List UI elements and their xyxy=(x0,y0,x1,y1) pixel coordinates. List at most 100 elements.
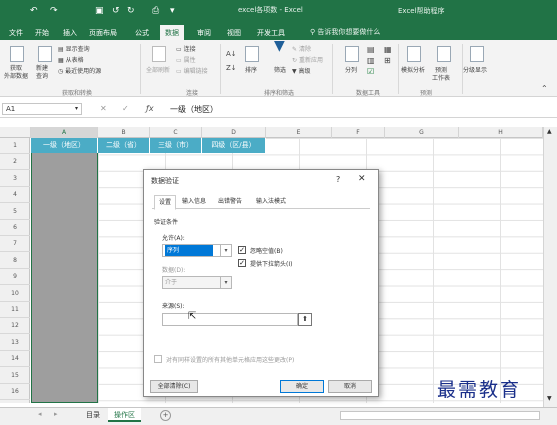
select-all-corner[interactable] xyxy=(0,127,31,138)
flash-fill-icon[interactable]: ▤ xyxy=(367,46,375,54)
sheet-tab-contents[interactable]: 目录 xyxy=(80,408,106,422)
collapse-range-icon[interactable]: ⬆ xyxy=(298,313,312,326)
text-to-columns-icon[interactable] xyxy=(345,46,359,62)
sort-icon[interactable] xyxy=(245,46,259,62)
refresh-all-label[interactable]: 全部刷新 xyxy=(146,67,170,75)
row-header[interactable]: 11 xyxy=(0,302,30,318)
row-header[interactable]: 12 xyxy=(0,318,30,335)
collapse-ribbon-icon[interactable]: ⌃ xyxy=(541,85,548,93)
row-header[interactable]: 5 xyxy=(0,204,30,220)
tab-formulas[interactable]: 公式 xyxy=(130,25,154,40)
tab-input-message[interactable]: 输入信息 xyxy=(178,195,210,209)
row-header[interactable]: 7 xyxy=(0,236,30,253)
quick-undo-icon[interactable]: ↺ xyxy=(112,5,120,17)
formula-content[interactable]: 一级（地区） xyxy=(170,104,218,115)
scroll-down-icon[interactable]: ▼ xyxy=(547,395,552,402)
row-header[interactable]: 2 xyxy=(0,154,30,171)
forecast-sheet-label[interactable]: 预测 工作表 xyxy=(432,67,450,83)
chevron-down-icon[interactable]: ▾ xyxy=(75,105,78,112)
sort-label[interactable]: 排序 xyxy=(245,67,257,75)
advanced-filter[interactable]: ▼ 高级 xyxy=(292,68,311,76)
column-header-d[interactable]: D xyxy=(202,127,266,138)
source-input[interactable] xyxy=(162,313,298,326)
new-query-icon[interactable] xyxy=(38,46,52,62)
redo-icon[interactable]: ↷ xyxy=(50,5,58,17)
next-sheet-icon[interactable]: ▸ xyxy=(54,410,58,418)
tab-file[interactable]: 文件 xyxy=(4,25,28,40)
enter-icon[interactable]: ✓ xyxy=(122,104,129,113)
consolidate-icon[interactable]: ▦ xyxy=(384,46,392,54)
column-header-a[interactable]: A xyxy=(31,127,98,138)
ok-button[interactable]: 确定 xyxy=(280,380,324,393)
selected-column-a[interactable] xyxy=(31,138,98,403)
tab-ime-mode[interactable]: 输入法模式 xyxy=(252,195,290,209)
customize-icon[interactable]: ▾ xyxy=(170,5,175,17)
show-queries[interactable]: ▤ 显示查询 xyxy=(58,46,90,54)
what-if-icon[interactable] xyxy=(407,46,421,62)
horizontal-scrollbar[interactable] xyxy=(340,411,540,420)
tab-home[interactable]: 开始 xyxy=(30,25,54,40)
scroll-up-icon[interactable]: ▲ xyxy=(547,128,552,135)
what-if-label[interactable]: 模拟分析 xyxy=(401,67,425,75)
row-header[interactable]: 1 xyxy=(0,138,30,154)
column-header-g[interactable]: G xyxy=(385,127,459,138)
row-header[interactable]: 14 xyxy=(0,351,30,368)
column-header-c[interactable]: C xyxy=(150,127,202,138)
cell-b1[interactable]: 二级（省） xyxy=(98,138,150,153)
properties[interactable]: ▭ 属性 xyxy=(176,57,196,65)
column-header-h[interactable]: H xyxy=(459,127,543,138)
forecast-sheet-icon[interactable] xyxy=(437,46,451,62)
tab-settings[interactable]: 设置 xyxy=(154,195,177,210)
undo-icon[interactable]: ↶ xyxy=(30,5,38,17)
dropdown-arrow-checkbox[interactable]: ✓ xyxy=(238,259,246,267)
allow-select[interactable]: 序列 ▾ xyxy=(162,244,232,257)
edit-links[interactable]: ▭ 编辑链接 xyxy=(176,68,208,76)
apply-all-checkbox[interactable] xyxy=(154,355,162,363)
vertical-scrollbar[interactable]: ▲ ▼ xyxy=(543,127,557,407)
ignore-blank-checkbox[interactable]: ✓ xyxy=(238,246,246,254)
chevron-down-icon[interactable]: ▾ xyxy=(220,277,231,288)
recent-sources[interactable]: ◷ 最近使用的源 xyxy=(58,68,101,76)
refresh-all-icon[interactable] xyxy=(152,46,166,62)
tab-review[interactable]: 审阅 xyxy=(192,25,216,40)
cell-a1[interactable]: 一级（地区） xyxy=(31,138,98,153)
new-query-label[interactable]: 新建 查询 xyxy=(36,65,48,81)
column-header-e[interactable]: E xyxy=(266,127,332,138)
cancel-button[interactable]: 取消 xyxy=(328,380,372,393)
prev-sheet-icon[interactable]: ◂ xyxy=(38,410,42,418)
cell-c1[interactable]: 三级（市） xyxy=(150,138,202,153)
sheet-tab-workspace[interactable]: 操作区 xyxy=(108,408,141,422)
tab-error-alert[interactable]: 出错警告 xyxy=(214,195,246,209)
relationships-icon[interactable]: ⊞ xyxy=(384,57,391,65)
sort-asc-button[interactable]: A↓ 升序 xyxy=(226,50,237,58)
clear-all-button[interactable]: 全部清除(C) xyxy=(150,380,198,393)
column-header-f[interactable]: F xyxy=(332,127,385,138)
row-header[interactable]: 3 xyxy=(0,171,30,187)
cancel-icon[interactable]: ✕ xyxy=(100,104,107,113)
row-header[interactable]: 4 xyxy=(0,187,30,204)
outline-icon[interactable] xyxy=(470,46,484,62)
save-icon[interactable]: ▣ xyxy=(95,5,104,17)
outline-label[interactable]: 分级显示 xyxy=(463,67,487,75)
filter-icon[interactable]: ▼ xyxy=(274,39,285,53)
column-header-b[interactable]: B xyxy=(98,127,150,138)
row-header[interactable]: 15 xyxy=(0,368,30,384)
tab-page-layout[interactable]: 页面布局 xyxy=(84,25,122,40)
connections[interactable]: ▭ 连接 xyxy=(176,46,196,54)
quick-redo-icon[interactable]: ↻ xyxy=(127,5,135,17)
account-name[interactable]: Excel帮助程序 xyxy=(398,6,445,16)
add-sheet-icon[interactable]: + xyxy=(160,410,171,421)
sort-desc-button[interactable]: Z↓ 降序 xyxy=(226,64,237,72)
from-table[interactable]: ▦ 从表格 xyxy=(58,57,84,65)
print-preview-icon[interactable]: ⎙ xyxy=(152,5,159,17)
chevron-down-icon[interactable]: ▾ xyxy=(220,245,231,256)
remove-duplicates-icon[interactable]: ▥ xyxy=(367,57,375,65)
tab-insert[interactable]: 插入 xyxy=(58,25,82,40)
row-header[interactable]: 10 xyxy=(0,286,30,302)
tell-me-search[interactable]: ⚲ 告诉我你想要做什么 xyxy=(310,27,380,37)
cell-d1[interactable]: 四级（区/县） xyxy=(202,138,266,153)
get-external-data-label[interactable]: 获取 外部数据 xyxy=(4,65,28,81)
row-header[interactable]: 13 xyxy=(0,335,30,351)
clear-filter[interactable]: ✎ 清除 xyxy=(292,46,311,54)
help-icon[interactable]: ? xyxy=(336,175,340,184)
